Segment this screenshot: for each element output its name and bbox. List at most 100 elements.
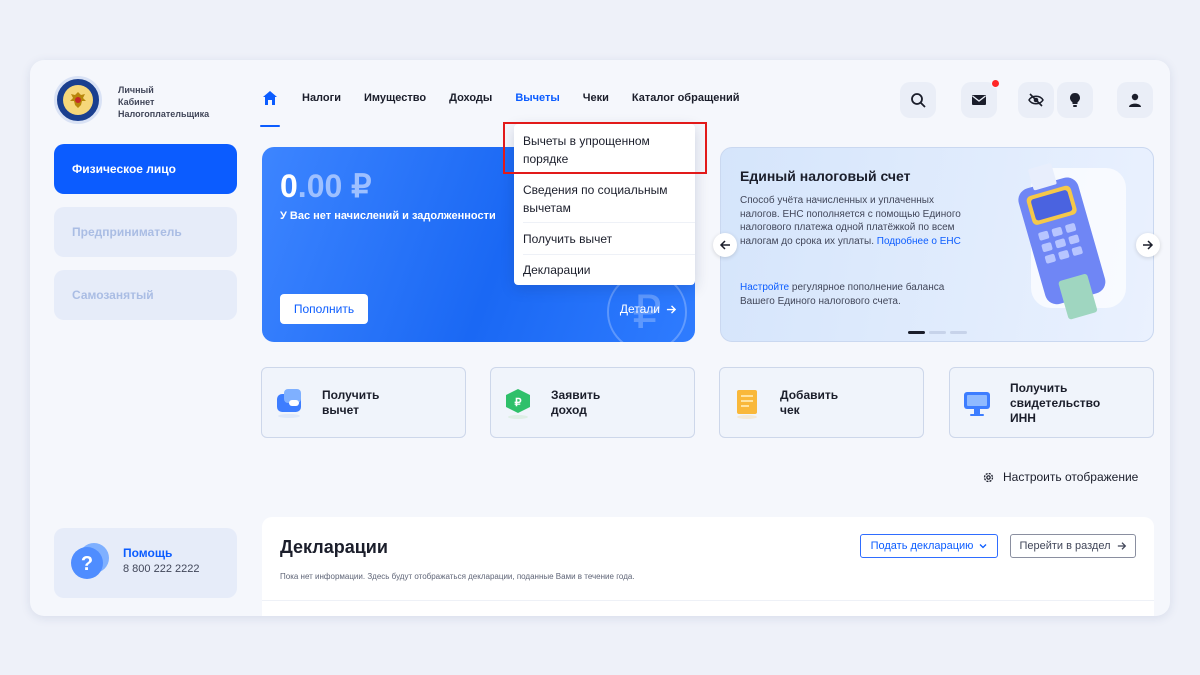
arrow-right-icon <box>1117 542 1126 550</box>
quick-action-line-2: чек <box>780 403 800 417</box>
details-link[interactable]: Детали <box>620 302 677 316</box>
goto-section-label: Перейти в раздел <box>1019 540 1111 552</box>
carousel-dot[interactable] <box>950 331 967 334</box>
dropdown-item-declarations[interactable]: Декларации <box>514 261 695 279</box>
visibility-toggle-button[interactable] <box>1018 82 1054 118</box>
quick-action-add-receipt[interactable]: Добавить чек <box>719 367 924 438</box>
brand-line-2: Кабинет <box>118 97 155 107</box>
arrow-right-icon <box>1143 240 1154 250</box>
quick-action-line-1: Добавить <box>780 388 839 402</box>
promo-more-link[interactable]: Подробнее о ЕНС <box>877 236 961 247</box>
svg-text:₽: ₽ <box>515 397 522 409</box>
monitor-icon <box>964 392 990 416</box>
notification-dot <box>991 79 1000 88</box>
quick-action-get-deduction[interactable]: Получить вычет <box>261 367 466 438</box>
quick-action-line-2: доход <box>551 403 587 417</box>
balance-amount-int: 0 <box>280 168 298 204</box>
messages-button[interactable] <box>961 79 1000 118</box>
sidebar-item-self-employed[interactable]: Самозанятый <box>54 270 237 320</box>
dropdown-item-line-1: Декларации <box>523 263 591 277</box>
chevron-down-icon <box>979 544 987 549</box>
profile-button[interactable] <box>1117 82 1153 118</box>
brand-line-3: Налогоплательщика <box>118 109 210 119</box>
promo-text-2: Настройте регулярное пополнение баланса … <box>740 281 975 308</box>
main-nav: Налоги Имущество Доходы Вычеты Чеки Ката… <box>260 90 763 127</box>
promo-title: Единый налоговый счет <box>740 168 911 184</box>
goto-section-button[interactable]: Перейти в раздел <box>1010 534 1136 558</box>
quick-action-line-3: ИНН <box>1010 411 1036 425</box>
carousel-dot[interactable] <box>929 331 946 334</box>
balance-amount: 0.00 ₽ <box>280 167 372 205</box>
question-bubble-icon: ? <box>71 543 109 579</box>
help-title: Помощь <box>123 546 173 560</box>
carousel-dot[interactable] <box>908 331 925 334</box>
declarations-subtitle: Пока нет информации. Здесь будут отображ… <box>280 572 635 581</box>
nav-item-property[interactable]: Имущество <box>364 92 426 104</box>
balance-status: У Вас нет начислений и задолженности <box>280 210 496 222</box>
nav-item-receipts[interactable]: Чеки <box>583 92 609 104</box>
receipt-icon <box>737 390 757 419</box>
submit-declaration-button[interactable]: Подать декларацию <box>860 534 998 558</box>
dropdown-item-get-deduction[interactable]: Получить вычет <box>514 230 695 248</box>
carousel-next-button[interactable] <box>1136 233 1160 257</box>
dropdown-item-line-2: вычетам <box>523 201 571 215</box>
quick-action-line-2: свидетельство <box>1010 396 1101 410</box>
dropdown-item-line-1: Получить вычет <box>523 232 613 246</box>
lightbulb-icon <box>1070 93 1080 107</box>
eagle-emblem-icon <box>63 85 93 115</box>
nav-item-taxes[interactable]: Налоги <box>302 92 341 104</box>
search-button[interactable] <box>900 82 936 118</box>
ruble-badge-icon: ₽ <box>506 389 530 419</box>
details-label: Детали <box>619 302 660 316</box>
highlight-frame <box>503 122 707 174</box>
quick-action-line-2: вычет <box>322 403 359 417</box>
display-settings-label: Настроить отображение <box>1003 470 1139 484</box>
display-settings-link[interactable]: Настроить отображение <box>982 470 1138 484</box>
user-icon <box>1129 93 1141 107</box>
submit-declaration-label: Подать декларацию <box>870 540 974 552</box>
carousel-prev-button[interactable] <box>713 233 737 257</box>
brand-title: Личный Кабинет Налогоплательщика <box>118 84 209 120</box>
promo-card: Единый налоговый счет Способ учёта начис… <box>720 147 1154 342</box>
fns-logo[interactable] <box>54 76 102 124</box>
brand-line-1: Личный <box>118 85 154 95</box>
nav-item-requests-catalog[interactable]: Каталог обращений <box>632 92 740 104</box>
eye-off-icon <box>1028 93 1044 107</box>
svg-text:?: ? <box>81 553 93 575</box>
promo-setup-link[interactable]: Настройте <box>740 282 789 293</box>
topup-button[interactable]: Пополнить <box>280 294 368 324</box>
quick-action-label: Получить вычет <box>322 388 379 418</box>
mail-icon <box>972 95 986 105</box>
declarations-section: Декларации Пока нет информации. Здесь бу… <box>262 517 1154 616</box>
divider <box>523 254 695 255</box>
quick-action-label: Получить свидетельство ИНН <box>1010 381 1100 426</box>
balance-amount-dec: .00 ₽ <box>297 168 372 204</box>
declarations-title: Декларации <box>280 537 388 557</box>
quick-action-line-1: Получить <box>322 388 380 402</box>
promo-text: Способ учёта начисленных и уплаченных на… <box>740 194 965 248</box>
wallet-icon <box>277 389 301 418</box>
quick-action-label: Заявить доход <box>551 388 600 418</box>
dropdown-item-social-deductions-info[interactable]: Сведения по социальным вычетам <box>514 181 695 217</box>
search-icon <box>911 93 926 108</box>
help-phone: 8 800 222 2222 <box>123 563 200 575</box>
help-card[interactable]: ? Помощь 8 800 222 2222 <box>54 528 237 598</box>
payment-terminal-illustration <box>1018 163 1126 320</box>
divider <box>523 222 695 223</box>
sidebar-item-entrepreneur[interactable]: Предприниматель <box>54 207 237 257</box>
quick-action-line-1: Получить <box>1010 381 1068 395</box>
gear-icon <box>983 472 994 482</box>
quick-action-line-1: Заявить <box>551 388 601 402</box>
quick-action-declare-income[interactable]: ₽ Заявить доход <box>490 367 695 438</box>
tips-button[interactable] <box>1057 82 1093 118</box>
nav-item-deductions[interactable]: Вычеты <box>515 92 559 104</box>
dropdown-item-line-1: Сведения по социальным <box>523 183 668 197</box>
arrow-left-icon <box>719 240 730 250</box>
carousel-indicators <box>908 331 967 334</box>
home-icon[interactable] <box>260 90 280 127</box>
nav-item-income[interactable]: Доходы <box>449 92 492 104</box>
quick-action-label: Добавить чек <box>780 388 838 418</box>
arrow-right-icon <box>666 304 677 314</box>
quick-action-inn-certificate[interactable]: Получить свидетельство ИНН <box>949 367 1154 438</box>
sidebar-item-individual[interactable]: Физическое лицо <box>54 144 237 194</box>
